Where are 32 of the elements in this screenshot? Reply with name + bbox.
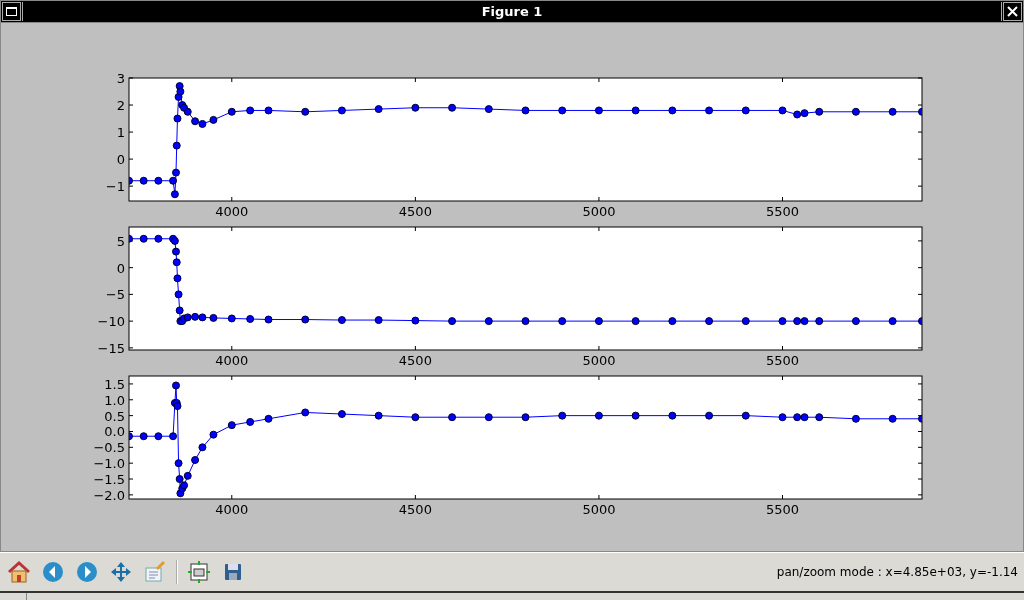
y-tick-label: −1.0 bbox=[93, 456, 125, 472]
x-tick-label: 5500 bbox=[765, 353, 800, 368]
y-tick-label: −1 bbox=[105, 179, 125, 195]
y-tick-label: −5 bbox=[105, 287, 125, 303]
y-tick-label: 0.0 bbox=[104, 424, 125, 440]
y-tick-label: 1 bbox=[116, 125, 125, 141]
y-tick-label: −2.0 bbox=[93, 487, 125, 503]
window-title: Figure 1 bbox=[22, 2, 1002, 21]
y-tick-label: −10 bbox=[97, 314, 125, 330]
y-tick-label: 0.5 bbox=[104, 408, 125, 424]
y-tick-label: 1.0 bbox=[104, 392, 125, 408]
y-tick-label: 3 bbox=[116, 73, 125, 86]
y-tick-label: −1.5 bbox=[93, 472, 125, 488]
y-tick-label: 2 bbox=[116, 98, 125, 114]
status-text: pan/zoom mode : x=4.85e+03, y=-1.14 bbox=[776, 565, 1018, 579]
x-tick-label: 4500 bbox=[398, 204, 432, 219]
y-tick-label: 5 bbox=[116, 233, 125, 249]
x-tick-label: 4000 bbox=[215, 502, 249, 517]
x-tick-label: 5000 bbox=[582, 502, 616, 517]
x-tick-label: 5000 bbox=[582, 353, 616, 368]
y-tick-label: 0 bbox=[116, 260, 125, 276]
x-tick-label: 5000 bbox=[582, 204, 616, 219]
x-tick-label: 4500 bbox=[398, 502, 432, 517]
x-tick-label: 4500 bbox=[398, 353, 432, 368]
y-tick-label: 1.5 bbox=[104, 376, 125, 392]
x-tick-label: 5500 bbox=[765, 502, 800, 517]
x-tick-label: 4000 bbox=[215, 204, 249, 219]
y-tick-label: 0 bbox=[116, 152, 125, 168]
x-tick-label: 4000 bbox=[215, 353, 249, 368]
y-tick-label: −0.5 bbox=[93, 440, 125, 456]
x-tick-label: 5500 bbox=[765, 204, 800, 219]
y-tick-label: −15 bbox=[97, 340, 125, 356]
